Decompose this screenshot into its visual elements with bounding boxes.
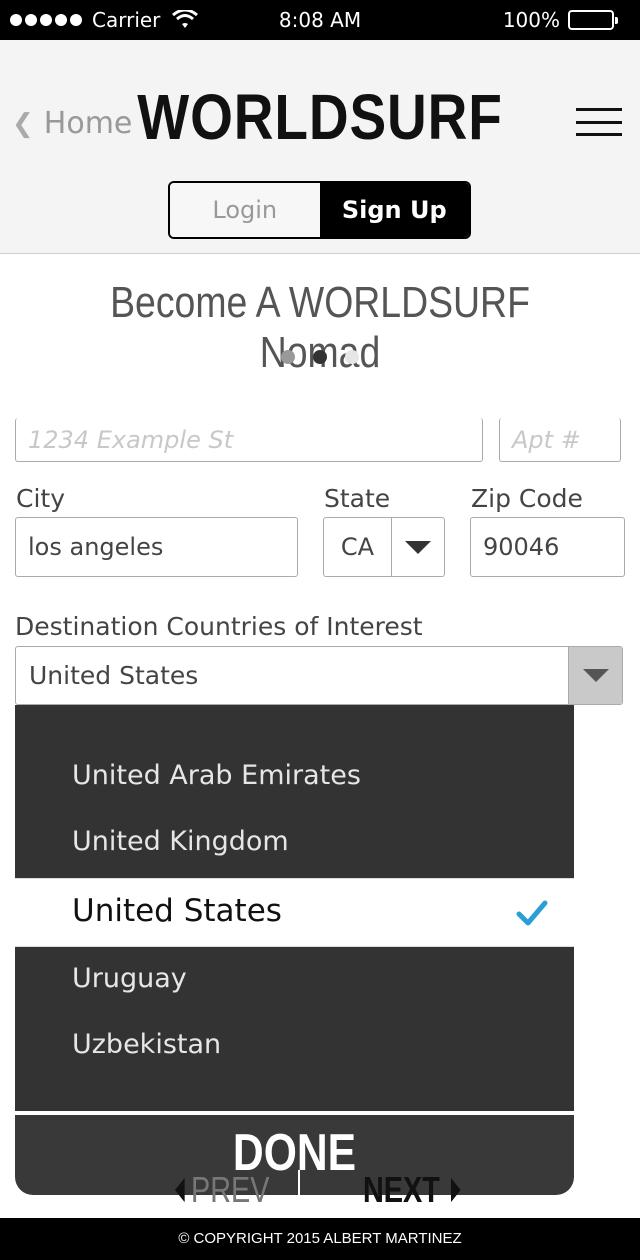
battery-icon (568, 10, 618, 30)
picker-done-bar[interactable]: DONE (15, 1115, 574, 1195)
state-value: CA (324, 518, 392, 576)
nav-divider-overlay (298, 1170, 300, 1218)
street-address-input[interactable]: 1234 Example St (15, 418, 483, 462)
status-right: 100% (502, 8, 618, 32)
picker-option[interactable]: Uzbekistan (72, 1029, 221, 1060)
worldsurf-logo: WORLDSURF (137, 81, 503, 153)
countries-dropdown-button[interactable] (568, 647, 622, 704)
checkmark-icon (516, 900, 548, 926)
city-input[interactable]: los angeles (15, 517, 298, 577)
tab-sign-up[interactable]: Sign Up (319, 183, 469, 237)
chevron-down-icon (582, 669, 609, 682)
hamburger-menu-icon[interactable] (576, 108, 622, 136)
zip-value: 90046 (483, 533, 560, 561)
picker-selected-label: United States (72, 893, 282, 929)
countries-value: United States (29, 661, 199, 690)
apt-input[interactable]: Apt # (499, 418, 621, 462)
footer-copyright: © COPYRIGHT 2015 ALBERT MARTINEZ (0, 1218, 640, 1260)
state-label: State (324, 484, 391, 513)
step-dot (345, 350, 359, 364)
zip-code-input[interactable]: 90046 (470, 517, 625, 577)
done-button[interactable]: DONE (65, 1123, 523, 1183)
step-indicator (0, 350, 640, 364)
city-label: City (16, 484, 65, 513)
step-dot-active (313, 350, 327, 364)
step-dot (281, 350, 295, 364)
city-value: los angeles (28, 533, 164, 561)
destination-countries-select[interactable]: United States (15, 646, 623, 705)
state-select[interactable]: CA (323, 517, 445, 577)
country-picker[interactable]: United Arab Emirates United Kingdom Unit… (15, 705, 574, 1111)
state-dropdown-button[interactable] (392, 518, 444, 576)
chevron-down-icon (405, 540, 431, 554)
auth-tab-switch: Login Sign Up (168, 181, 471, 239)
chevron-left-icon: ❮ (12, 108, 34, 139)
street-placeholder: 1234 Example St (28, 425, 234, 454)
picker-option[interactable]: Uruguay (72, 963, 187, 994)
app-header: ❮ Home WORLDSURF Login Sign Up (0, 40, 640, 254)
picker-option-selected[interactable]: United States (15, 878, 574, 947)
status-bar: Carrier 8:08 AM 100% (0, 0, 640, 40)
battery-percent: 100% (502, 8, 560, 32)
apt-placeholder: Apt # (512, 425, 581, 454)
countries-label: Destination Countries of Interest (15, 612, 423, 641)
picker-option[interactable]: United Arab Emirates (72, 760, 361, 791)
picker-option[interactable]: United Kingdom (72, 826, 289, 857)
zip-label: Zip Code (471, 484, 583, 513)
tab-login[interactable]: Login (170, 183, 320, 237)
